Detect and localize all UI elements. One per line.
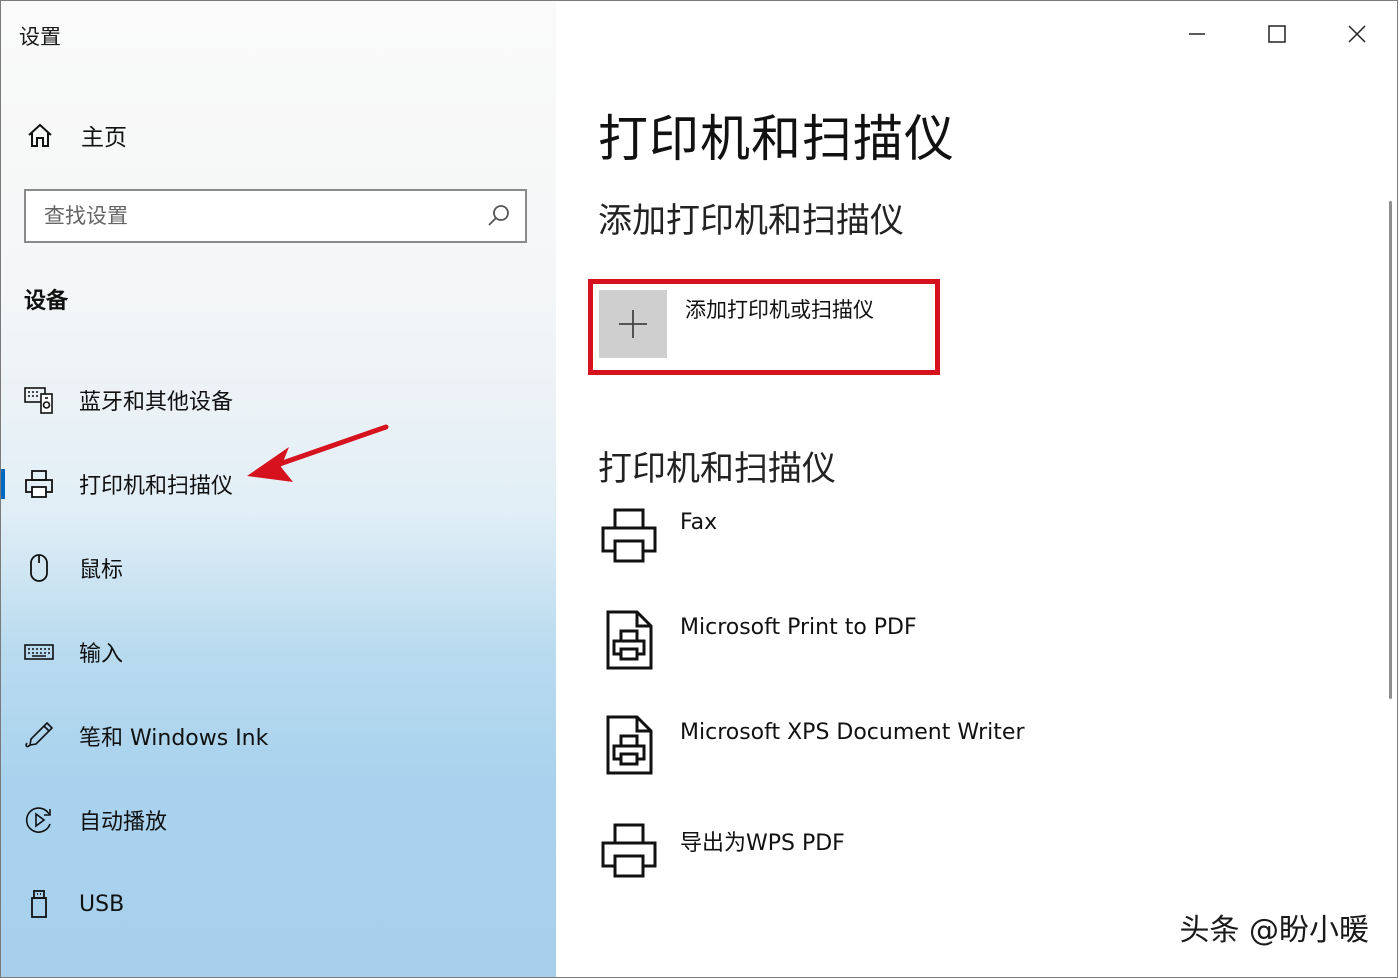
add-section-title: 添加打印机和扫描仪 [598,201,904,241]
scrollbar[interactable] [1389,201,1392,699]
page-title: 打印机和扫描仪 [598,110,955,168]
search-icon[interactable] [479,196,519,236]
home-label: 主页 [81,125,127,151]
window-controls [1157,1,1397,67]
bluetooth-devices-icon [21,382,57,418]
watermark: 头条 @盼小暖 [1179,913,1369,948]
search-box [24,189,527,243]
printers-list-title: 打印机和扫描仪 [598,449,836,489]
plus-icon [599,290,667,358]
add-printer-label: 添加打印机或扫描仪 [685,298,874,322]
maximize-icon [1268,25,1286,43]
printer-item[interactable]: Microsoft XPS Document Writer [598,714,1298,784]
settings-window: 设置 主页 设备 [0,0,1398,978]
sidebar-item-label: USB [79,891,125,917]
sidebar-item-label: 鼠标 [79,558,124,583]
annotation-arrow-icon [247,424,389,482]
main-panel: 打印机和扫描仪 添加打印机和扫描仪 添加打印机或扫描仪 打印机和扫描仪 Fax [556,1,1397,977]
printer-name: Microsoft Print to PDF [680,615,917,640]
printer-item[interactable]: 导出为WPS PDF [598,819,1298,889]
usb-icon [21,886,57,922]
printer-icon [21,466,57,502]
home-icon [23,118,57,152]
sidebar-item-typing[interactable]: 输入 [1,622,556,682]
autoplay-icon [21,802,57,838]
sidebar: 设置 主页 设备 [1,1,556,977]
sidebar-item-pen[interactable]: 笔和 Windows Ink [1,706,556,766]
app-title: 设置 [19,25,61,49]
close-button[interactable] [1317,1,1397,67]
sidebar-item-label: 输入 [79,642,124,667]
minimize-icon [1189,33,1205,35]
sidebar-item-label: 自动播放 [79,810,168,835]
printer-item[interactable]: Fax [598,504,1298,574]
printer-item[interactable]: Microsoft Print to PDF [598,609,1298,679]
pdf-printer-icon [598,609,660,671]
sidebar-item-label: 打印机和扫描仪 [79,474,234,499]
printer-name: Microsoft XPS Document Writer [680,720,1025,745]
keyboard-icon [21,634,57,670]
sidebar-item-label: 笔和 Windows Ink [79,726,269,751]
maximize-button[interactable] [1237,1,1317,67]
sidebar-item-label: 蓝牙和其他设备 [79,390,234,415]
pdf-printer-icon [598,714,660,776]
minimize-button[interactable] [1157,1,1237,67]
close-icon [1348,25,1366,43]
home-nav-item[interactable]: 主页 [23,113,423,157]
printer-icon [598,819,660,881]
sidebar-item-autoplay[interactable]: 自动播放 [1,790,556,850]
add-printer-button[interactable]: 添加打印机或扫描仪 [599,290,929,362]
printer-icon [598,504,660,566]
printer-name: Fax [680,510,718,535]
sidebar-item-usb[interactable]: USB [1,874,556,934]
section-title: 设备 [24,289,69,314]
pen-icon [21,718,57,754]
mouse-icon [21,550,57,586]
sidebar-item-mouse[interactable]: 鼠标 [1,538,556,598]
printer-name: 导出为WPS PDF [680,831,845,856]
search-input[interactable] [26,203,479,229]
